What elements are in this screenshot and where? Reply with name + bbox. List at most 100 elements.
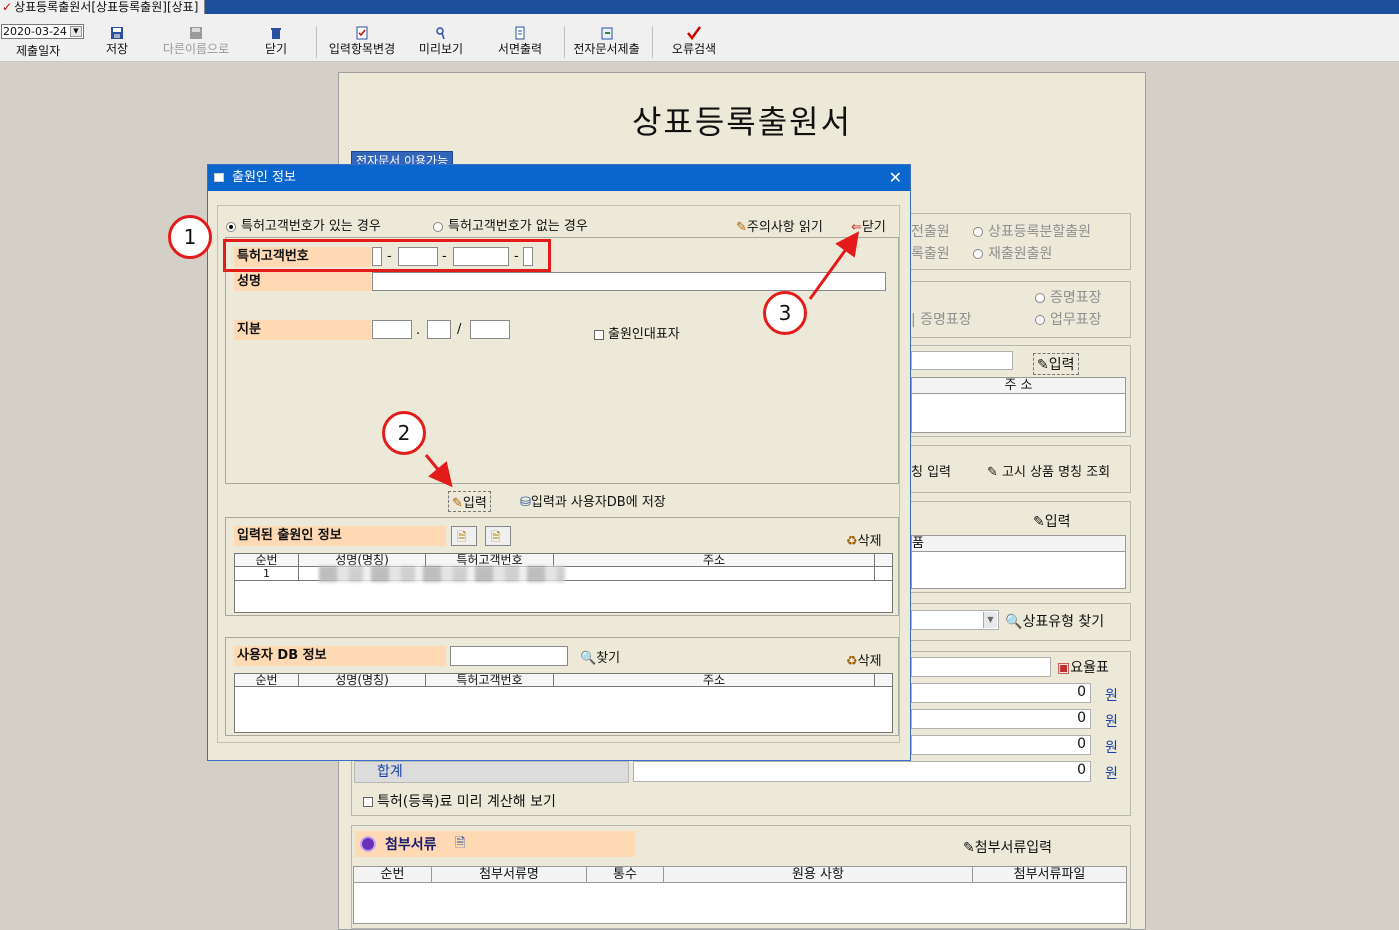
mark-type-search-button[interactable]: 🔍상표유형 찾기 (1005, 611, 1104, 631)
name-label: 성명 (234, 272, 371, 291)
user-db-delete-button[interactable]: ♻삭제 (846, 650, 882, 669)
name-field[interactable] (372, 272, 886, 291)
annotation-step-1: 1 (168, 215, 212, 259)
annotation-highlight-box (223, 239, 551, 272)
print-button[interactable]: 서면출력 (496, 26, 544, 56)
product-input-button[interactable]: ✎입력 (1033, 511, 1071, 531)
won-unit-3: 원 (1105, 740, 1118, 756)
user-db-search-button[interactable]: 🔍찾기 (580, 647, 620, 666)
attachment-table: 순번 첨부서류명 통수 원용 사항 첨부서류파일 (353, 866, 1127, 924)
change-input-items-button[interactable]: 입력항목변경 (326, 26, 398, 56)
user-db-search-field[interactable] (450, 646, 568, 666)
decimal-point: . (416, 323, 421, 338)
trash-icon (271, 28, 281, 39)
red-check-icon (687, 26, 701, 40)
close-toolbar-button[interactable]: 닫기 (263, 26, 289, 56)
user-db-table-header: 순번 성명(명칭) 특허고객번호 주소 (235, 674, 892, 687)
won-unit-sum: 원 (1105, 766, 1118, 782)
notice-product-search-button[interactable]: ✎ 고시 상품 명칭 조회 (987, 461, 1110, 480)
app-type-option-3[interactable]: 록출원 (911, 243, 950, 263)
radio-with-customer-no[interactable]: 특허고객번호가 있는 경우 (226, 215, 381, 234)
form-title: 상표등록출원서 (631, 103, 853, 141)
preview-button[interactable]: 미리보기 (417, 26, 465, 56)
app-type-option-1[interactable]: 전출원 (911, 221, 950, 241)
fee-header-field (911, 657, 1051, 677)
share-label: 지분 (234, 320, 371, 340)
share-decimal-field[interactable] (427, 320, 451, 339)
attachment-header: 첨부서류 🗎 (355, 831, 635, 857)
fee-value-3[interactable]: 0 (911, 735, 1091, 755)
app-type-option-2[interactable]: 상표등록분할출원 (973, 221, 1091, 241)
annotation-step-2: 2 (382, 411, 426, 455)
preview-icon (436, 27, 445, 40)
mark-type-cert-option[interactable]: | 증명표장 (911, 309, 972, 329)
product-name-input-button[interactable]: 칭 입력 (911, 461, 951, 480)
sum-value[interactable]: 0 (633, 761, 1091, 782)
fee-value-2[interactable]: 0 (911, 709, 1091, 729)
dropdown-arrow-icon[interactable]: ▼ (70, 26, 82, 37)
redacted-row-content (319, 566, 565, 582)
save-as-button[interactable]: 다른이름으로 (160, 26, 232, 56)
toolbar: 2020-03-24 ▼ 제출일자 저장 다른이름으로 닫기 입력항목변경 미리… (0, 14, 1399, 62)
product-column-header: 품 (912, 536, 1125, 552)
window-title: 상표등록출원서[상표등록출원][상표] (14, 0, 199, 14)
dialog-close-icon[interactable]: ✕ (889, 165, 902, 191)
fee-value-1[interactable]: 0 (911, 683, 1091, 703)
won-unit-2: 원 (1105, 714, 1118, 730)
attachment-input-button[interactable]: ✎첨부서류입력 (963, 837, 1052, 857)
error-check-button[interactable]: 오류검색 (670, 26, 718, 56)
precalc-checkbox[interactable]: 특허(등록)료 미리 계산해 보기 (363, 791, 556, 811)
dialog-close-button[interactable]: ⇐닫기 (851, 216, 886, 235)
app-type-option-4[interactable]: 재출원출원 (973, 243, 1052, 263)
toolbar-divider (652, 26, 653, 58)
mark-type-certification-radio[interactable]: 증명표장 (1035, 287, 1102, 307)
toolbar-divider (316, 26, 317, 58)
applicant-input-button[interactable]: ✎입력 (1033, 353, 1079, 375)
window-tab[interactable]: ✓ 상표등록출원서[상표등록출원][상표] (0, 0, 206, 14)
fee-table-button[interactable]: ▣요율표 (1057, 657, 1109, 677)
entered-delete-button[interactable]: ♻삭제 (846, 530, 882, 549)
dialog-title: 출원인 정보 (232, 170, 296, 185)
attachment-doc-icon[interactable]: 🗎 (455, 834, 465, 856)
sum-label: 합계 (354, 761, 629, 783)
slash: / (457, 322, 462, 337)
attachment-title: 첨부서류 (385, 837, 437, 853)
applicant-code-field[interactable] (911, 351, 1013, 370)
applicant-address-table: 주 소 (911, 377, 1126, 433)
save-icon (111, 27, 123, 39)
user-db-title: 사용자 DB 정보 (234, 646, 446, 666)
move-down-button[interactable]: 🗎 (485, 526, 511, 546)
mark-type-select[interactable]: ▼ (911, 610, 999, 630)
representative-checkbox[interactable]: 출원인대표자 (594, 323, 680, 342)
attachment-table-header: 순번 첨부서류명 통수 원용 사항 첨부서류파일 (354, 867, 1126, 883)
submit-date-label: 제출일자 (16, 44, 61, 58)
edoc-submit-icon (601, 27, 612, 40)
submit-date-picker[interactable]: 2020-03-24 ▼ (1, 24, 84, 39)
purple-dot-icon (360, 836, 376, 852)
address-column-header: 주 소 (912, 378, 1125, 394)
mark-type-business-radio[interactable]: 업무표장 (1035, 309, 1102, 329)
window-icon (214, 173, 224, 182)
notice-read-button[interactable]: ✎주의사항 읽기 (736, 216, 823, 235)
annotation-step-3: 3 (763, 291, 807, 335)
applicant-input-button[interactable]: ✎입력 (448, 491, 491, 512)
save-as-icon (190, 27, 202, 39)
save-button[interactable]: 저장 (104, 26, 130, 56)
share-denominator-field[interactable] (470, 320, 510, 339)
product-table: 품 (911, 535, 1126, 589)
submit-edoc-button[interactable]: 전자문서제출 (570, 26, 643, 56)
title-bar: ✓ 상표등록출원서[상표등록출원][상표] (0, 0, 1399, 14)
checklist-icon (356, 26, 368, 40)
document-icon (515, 26, 525, 40)
move-up-icon: 🗎 (457, 530, 467, 544)
dialog-title-bar[interactable]: 출원인 정보 ✕ (208, 165, 910, 191)
radio-without-customer-no[interactable]: 특허고객번호가 없는 경우 (433, 215, 588, 234)
move-down-icon: 🗎 (491, 530, 501, 544)
share-integer-field[interactable] (372, 320, 412, 339)
move-up-button[interactable]: 🗎 (451, 526, 477, 546)
input-and-save-db-button[interactable]: ⛁입력과 사용자DB에 저장 (520, 491, 666, 510)
won-unit-1: 원 (1105, 688, 1118, 704)
check-icon: ✓ (2, 0, 13, 14)
entered-applicant-title: 입력된 출원인 정보 (234, 526, 446, 546)
entered-applicant-table: 순번 성명(명칭) 특허고객번호 주소 1 (234, 553, 893, 613)
